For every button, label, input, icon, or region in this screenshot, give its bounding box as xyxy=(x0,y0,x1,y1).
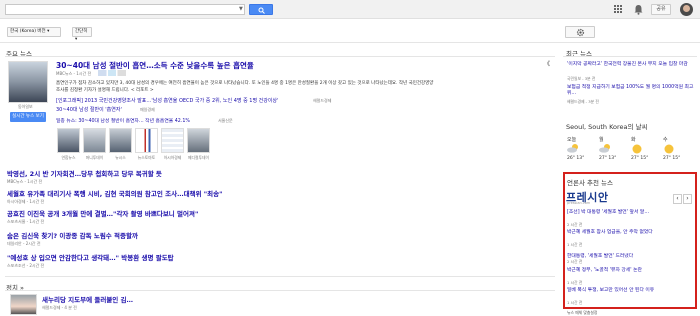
divider xyxy=(5,56,555,57)
thumbnail-caption: 연합뉴스 xyxy=(61,155,76,160)
collapse-icon[interactable]: 《 xyxy=(544,59,550,68)
share-button[interactable]: 공유 xyxy=(651,4,671,15)
related-link[interactable]: 30~40대 남성 절반이 '흡연자' xyxy=(56,106,122,113)
related-link[interactable]: [인포그래픽] 2013 국민건강영양조사 발표…'남성 흡연율 OECD 국가… xyxy=(56,97,278,104)
recommended-source: 2 시간 전 xyxy=(567,222,583,227)
thumbnail[interactable] xyxy=(135,128,158,153)
weather-day: 화 xyxy=(631,137,636,143)
recommended-link[interactable]: 한대통령, '세월호 발언' 드러냈다 xyxy=(567,252,633,259)
lead-image-caption: 동아일보 xyxy=(18,104,33,109)
search-button[interactable] xyxy=(249,4,273,15)
apps-grid-icon[interactable] xyxy=(614,5,623,14)
weather-temp: 27° 15° xyxy=(663,156,681,161)
thumbnail[interactable] xyxy=(187,128,210,153)
thumbnail-caption: 뉴스토마토 xyxy=(137,155,156,160)
weather-day: 월 xyxy=(599,137,604,143)
thumbnail[interactable] xyxy=(161,128,184,153)
filter-bar xyxy=(0,19,700,43)
story-source: 스포츠서울 - 1시간 전 xyxy=(7,219,45,224)
weather-temp: 27° 15° xyxy=(631,156,649,161)
recommended-link[interactable]: 일베 폭식 투쟁, 보고만 있어선 안 된다 이유 xyxy=(567,288,693,294)
story-headline[interactable]: 박영선, 2시 반 기자회견…당무 첩회하고 당무 복귀할 듯 xyxy=(7,168,162,178)
more-coverage-source: 서울신문 xyxy=(218,118,233,123)
search-input[interactable] xyxy=(5,4,245,15)
lead-story-image[interactable] xyxy=(8,61,48,103)
story-source: 스포츠조선 - 2시간 전 xyxy=(7,263,45,268)
notification-bell-icon[interactable] xyxy=(634,4,643,15)
thumbnail-caption: 메디컬투데이 xyxy=(188,155,209,160)
recommended-source: 1 시간 전 xyxy=(567,280,583,285)
sunny-icon xyxy=(632,144,642,154)
partly-cloudy-icon xyxy=(567,144,578,153)
search-dropdown-icon[interactable]: ▼ xyxy=(239,6,243,12)
recent-news-source: 헤럴드경제 - 3분 전 xyxy=(567,99,599,104)
settings-button[interactable] xyxy=(565,26,595,38)
weather-day: 오늘 xyxy=(567,137,577,143)
partly-cloudy-icon xyxy=(599,144,610,153)
recommended-link[interactable]: 박근혜 세월호 참사 업급을, 안 주악 없었다 xyxy=(567,230,693,236)
story-headline[interactable]: "예성호 상 입으면 안감한다고 생각돼…" 박봉환 생명 팔도탑 xyxy=(7,252,174,262)
story-headline[interactable]: 공효진 이진욱 공개 3개월 만에 결별…"각자 촬영 바쁘다보니 멀어져" xyxy=(7,208,198,218)
recent-news-source: 국민일보 - 3분 전 xyxy=(567,76,596,81)
weather-day: 수 xyxy=(663,137,668,143)
politics-headline[interactable]: 새누리당 지도부에 들러붙인 김… xyxy=(42,294,133,304)
recent-news-link[interactable]: 보험금 적정 지급하기 보험금 100%도 월 명의 1000억원 최고 위… xyxy=(567,85,695,97)
more-coverage-link[interactable]: 일층 뉴스: 30~40대 남성 절반이 흡연자… 작년 흡흡연율 42.1% xyxy=(56,117,190,124)
story-source: MBC뉴스 - 1시간 전 xyxy=(7,179,43,184)
lead-snippet: 흡연인구가 점차 감소하고 있지만 3, 40대 남성의 경우에는 여전히 흡연… xyxy=(56,81,434,86)
prev-publisher-button[interactable]: ‹ xyxy=(673,194,682,204)
story-source: 데일리안 - 2시간 전 xyxy=(7,241,41,246)
lead-source: MBC뉴스 - 1시간 전 xyxy=(56,71,92,76)
edition-select[interactable]: 한국 (Korea) 버전 ▾ xyxy=(7,27,61,37)
story-source: 아시아경제 - 1시간 전 xyxy=(7,199,45,204)
thumbnail[interactable] xyxy=(83,128,106,153)
view-mode-select[interactable]: 간단히 ▾ xyxy=(72,27,92,42)
recommended-source: 1 시간 전 xyxy=(567,242,583,247)
recommended-source: 2 시간 전 xyxy=(567,259,583,264)
divider xyxy=(5,276,555,277)
live-news-button[interactable]: 실시간 뉴스 보기 xyxy=(10,112,46,122)
recommended-link[interactable]: 박근혜 정부, '노골적 '뷰자 강세' 논란 xyxy=(567,268,693,274)
divider xyxy=(563,56,697,57)
divider xyxy=(5,290,555,291)
thumbnail[interactable] xyxy=(109,128,132,153)
customize-sources-link[interactable]: 뉴스 매체 맞춤설정 xyxy=(567,310,597,316)
user-avatar[interactable] xyxy=(680,3,693,16)
politics-story-image[interactable] xyxy=(10,294,37,315)
top-bar: ▼ 공유 xyxy=(0,0,700,19)
social-share-icons[interactable] xyxy=(98,70,126,76)
thumbnail-caption: 머니투데이 xyxy=(85,155,104,160)
story-headline[interactable]: 숨은 김신욱 찾기? 이광종 감독 노림수 적중할까 xyxy=(7,230,138,240)
recommended-link[interactable]: [조선] 박 대통령 '세월호 발언' 앞서 알… xyxy=(567,210,693,216)
weather-temp: 26° 13° xyxy=(567,156,585,161)
recent-news-link[interactable]: '이지막 공짜라고' 한국전력 장물진 본사 부지 오늘 입찰 마감 xyxy=(567,62,695,68)
politics-source: 헤럴드경제 - 4 분 전 xyxy=(42,305,77,310)
recommended-heading: 언론사 추천 뉴스 xyxy=(567,179,613,187)
next-publisher-button[interactable]: › xyxy=(683,194,692,204)
sunny-icon xyxy=(664,144,674,154)
search-icon xyxy=(258,7,265,14)
thumbnail-caption: 뉴시스 xyxy=(115,155,126,160)
lead-snippet-2: 조사를 김정환 기자가 설명해 드립니다. < 리포트 > xyxy=(56,88,154,93)
thumbnail[interactable] xyxy=(57,128,80,153)
related-source: 헤럴드경제 xyxy=(313,98,332,103)
related-source: 매일경제 xyxy=(140,107,155,112)
weather-heading: Seoul, South Korea의 날씨 xyxy=(566,123,648,131)
story-headline[interactable]: 세월호 유가족 대리기사 폭행 시비, 김현 국회의원 참고인 조사…대책위 "… xyxy=(7,188,223,198)
weather-temp: 27° 13° xyxy=(599,156,617,161)
thumbnail-caption: 아시아경제 xyxy=(163,155,182,160)
gear-icon xyxy=(576,28,584,37)
publisher-subtitle: pressian.com xyxy=(567,201,591,205)
recommended-source: 1 시간 전 xyxy=(567,300,583,305)
lead-headline[interactable]: 30~40대 남성 절반이 흡연…소득 수준 낮을수록 높은 흡연율 xyxy=(56,60,254,71)
